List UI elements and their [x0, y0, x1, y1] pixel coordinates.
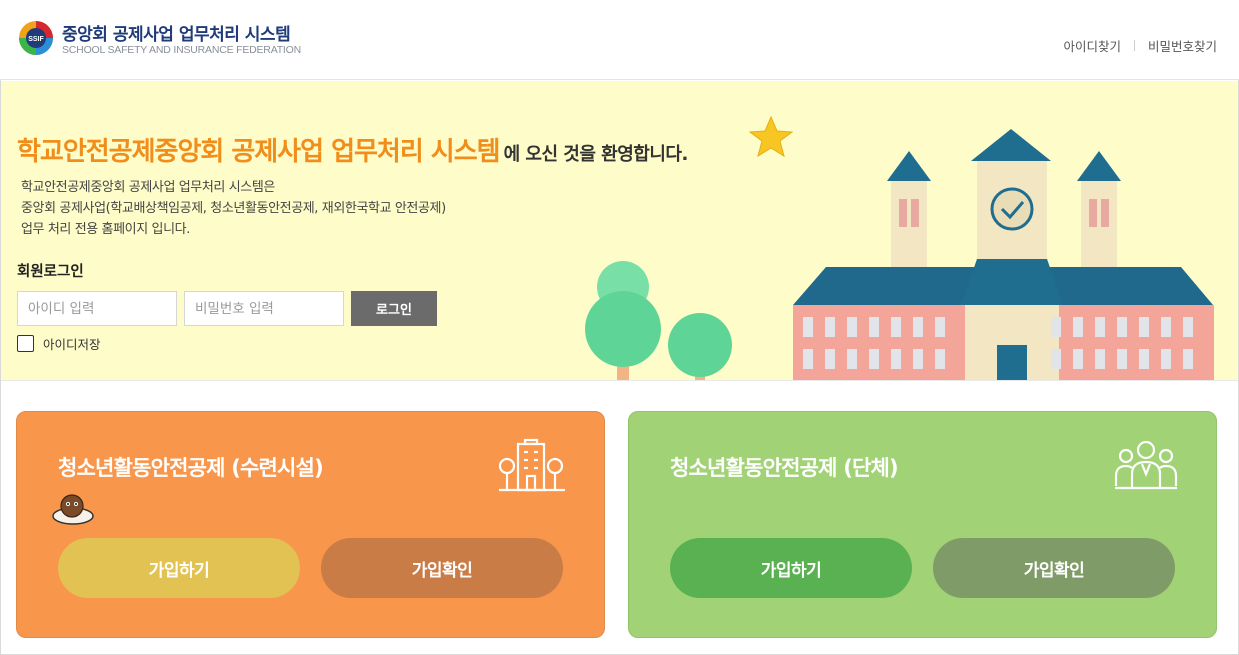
site-title: 중앙회 공제사업 업무처리 시스템 — [62, 25, 291, 45]
divider — [1133, 40, 1135, 51]
card-title: 청소년활동안전공제 (수련시설) — [58, 456, 324, 480]
site-header: SSIF 중앙회 공제사업 업무처리 시스템 SCHOOL SAFETY AND… — [0, 0, 1239, 80]
utility-links: 아이디찾기 비밀번호찾기 — [1063, 36, 1217, 55]
building-icon — [498, 438, 565, 492]
find-password-link[interactable]: 비밀번호찾기 — [1148, 36, 1217, 55]
hero-description: 학교안전공제중앙회 공제사업 업무처리 시스템은 중앙회 공제사업(학교배상책임… — [21, 177, 446, 240]
hero-desc-line: 학교안전공제중앙회 공제사업 업무처리 시스템은 — [21, 180, 275, 195]
school-building — [793, 129, 1214, 380]
hero-banner: 학교안전공제중앙회 공제사업 업무처리 시스템 에 오신 것을 환영합니다. 학교… — [1, 81, 1238, 381]
hero-title-highlight: 학교안전공제중앙회 공제사업 업무처리 시스템 — [17, 137, 501, 167]
save-id-label: 아이디저장 — [43, 337, 101, 352]
card-group: 청소년활동안전공제 (단체) 가입하기 가입확인 — [628, 411, 1217, 638]
card-facility: 청소년활동안전공제 (수련시설) 가입하기 가입확인 — [16, 411, 605, 638]
group-join-button[interactable]: 가입하기 — [670, 538, 912, 598]
group-confirm-button[interactable]: 가입확인 — [933, 538, 1175, 598]
password-input[interactable] — [184, 291, 344, 326]
facility-confirm-button[interactable]: 가입확인 — [321, 538, 563, 598]
mascot-icon — [52, 494, 94, 525]
school-illustration — [585, 115, 1214, 380]
find-id-link[interactable]: 아이디찾기 — [1063, 36, 1121, 55]
user-id-input[interactable] — [17, 291, 177, 326]
hero-desc-line: 업무 처리 전용 홈페이지 입니다. — [21, 222, 190, 237]
group-icon — [1114, 440, 1178, 490]
card-title: 청소년활동안전공제 (단체) — [670, 456, 899, 480]
ssif-logo-icon[interactable]: SSIF — [18, 20, 54, 56]
star-icon — [748, 115, 794, 158]
save-id-row[interactable]: 아이디저장 — [17, 334, 101, 353]
hero-desc-line: 중앙회 공제사업(학교배상책임공제, 청소년활동안전공제, 재외한국학교 안전공… — [21, 201, 446, 216]
save-id-checkbox[interactable] — [17, 335, 34, 352]
tree-illustration — [585, 261, 732, 380]
facility-join-button[interactable]: 가입하기 — [58, 538, 300, 598]
logo-text: SSIF — [28, 36, 44, 43]
login-button[interactable]: 로그인 — [351, 291, 437, 326]
site-subtitle: SCHOOL SAFETY AND INSURANCE FEDERATION — [62, 44, 301, 56]
login-heading: 회원로그인 — [17, 264, 84, 280]
